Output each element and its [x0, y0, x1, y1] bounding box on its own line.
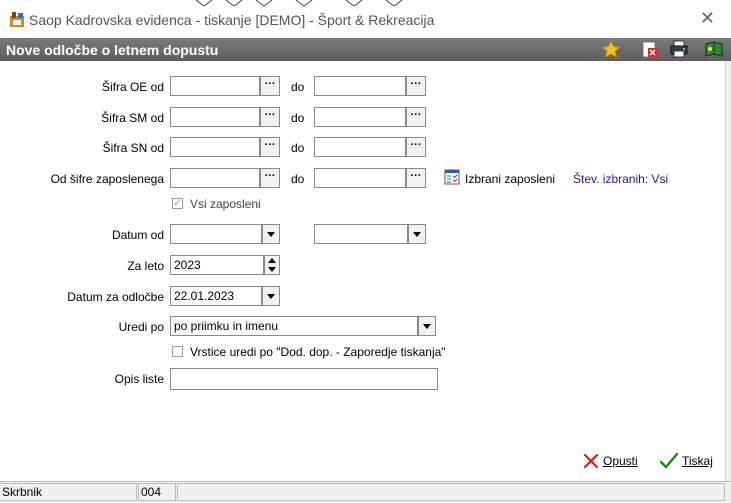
employee-to-input[interactable] [314, 168, 406, 188]
decision-date-label: Datum za odločbe [67, 290, 164, 304]
year-input[interactable]: 2023 [170, 255, 264, 275]
checkmark-icon [660, 453, 678, 469]
form-area: Šifra OE od ··· do ··· Šifra SM od ··· d… [0, 61, 725, 439]
oe-to-label: do [291, 80, 305, 94]
book-icon[interactable] [704, 40, 724, 58]
employee-to-lookup-button[interactable]: ··· [406, 168, 426, 188]
cancel-button-label: Opusti [603, 454, 638, 468]
year-label: Za leto [127, 259, 164, 273]
oe-from-input[interactable] [170, 76, 260, 96]
star-icon[interactable] [601, 40, 621, 58]
status-user: Skrbnik [0, 483, 137, 501]
decision-date-input[interactable]: 22.01.2023 [170, 286, 262, 306]
list-description-label: Opis liste [114, 372, 164, 386]
window-title: Saop Kadrovska evidenca - tiskanje [DEMO… [29, 12, 435, 28]
selected-employees-icon[interactable] [444, 169, 460, 185]
decision-date-dropdown-button[interactable] [262, 286, 280, 306]
report-title: Nove odločbe o letnem dopustu [6, 42, 219, 58]
employee-code-label: Od šifre zaposlenega [50, 172, 164, 186]
all-employees-checkbox[interactable]: ✓ [172, 198, 183, 209]
oe-label: Šifra OE od [101, 80, 164, 94]
app-icon [10, 12, 24, 27]
sort-by-label: Uredi po [118, 320, 164, 334]
oe-to-lookup-button[interactable]: ··· [406, 76, 426, 96]
oe-to-input[interactable] [314, 76, 406, 96]
window-titlebar: Saop Kadrovska evidenca - tiskanje [DEMO… [0, 0, 731, 38]
date-to-dropdown-button[interactable] [408, 224, 426, 244]
sm-to-label: do [291, 111, 305, 125]
date-to-input[interactable] [314, 224, 408, 244]
date-from-dropdown-button[interactable] [262, 224, 280, 244]
order-rows-label: Vrstice uredi po "Dod. dop. - Zaporedje … [190, 345, 446, 359]
date-from-input[interactable] [170, 224, 262, 244]
cancel-x-icon [583, 453, 599, 469]
sm-from-input[interactable] [170, 107, 260, 127]
sm-label: Šifra SM od [101, 111, 164, 125]
sn-label: Šifra SN od [102, 141, 164, 155]
sn-from-input[interactable] [170, 137, 260, 157]
sm-to-input[interactable] [314, 107, 406, 127]
employee-from-input[interactable] [170, 168, 260, 188]
print-button[interactable]: Tiskaj [660, 451, 713, 471]
status-bar: Skrbnik 004 [0, 481, 731, 503]
cancel-button[interactable]: Opusti [583, 451, 638, 471]
selected-count-text: Štev. izbranih: Vsi [573, 172, 669, 186]
sm-to-lookup-button[interactable]: ··· [406, 107, 426, 127]
year-spinner[interactable] [264, 255, 280, 275]
sort-by-dropdown-button[interactable] [418, 316, 436, 336]
oe-from-lookup-button[interactable]: ··· [260, 76, 280, 96]
selected-employees-link[interactable]: Izbrani zaposleni [465, 172, 555, 186]
background-window-edge [725, 61, 731, 481]
sort-by-select[interactable]: po priimku in imenu [170, 316, 418, 336]
dialog-footer: Opusti Tiskaj [0, 439, 725, 481]
status-empty-cell [177, 483, 725, 501]
employee-to-label: do [291, 172, 305, 186]
report-header: Nove odločbe o letnem dopustu [0, 38, 731, 61]
sn-to-lookup-button[interactable]: ··· [406, 137, 426, 157]
sn-to-input[interactable] [314, 137, 406, 157]
sn-from-lookup-button[interactable]: ··· [260, 137, 280, 157]
printer-icon[interactable] [669, 40, 689, 58]
sm-from-lookup-button[interactable]: ··· [260, 107, 280, 127]
print-button-label: Tiskaj [682, 454, 713, 468]
all-employees-label: Vsi zaposleni [190, 197, 261, 211]
sn-to-label: do [291, 141, 305, 155]
delete-report-icon[interactable] [640, 40, 660, 58]
date-from-label: Datum od [111, 228, 164, 242]
employee-from-lookup-button[interactable]: ··· [260, 168, 280, 188]
list-description-input[interactable] [170, 368, 438, 390]
close-window-button[interactable]: ✕ [700, 8, 715, 29]
background-window-sliver [196, 0, 403, 6]
order-rows-checkbox[interactable] [172, 346, 183, 357]
status-code: 004 [138, 483, 176, 501]
